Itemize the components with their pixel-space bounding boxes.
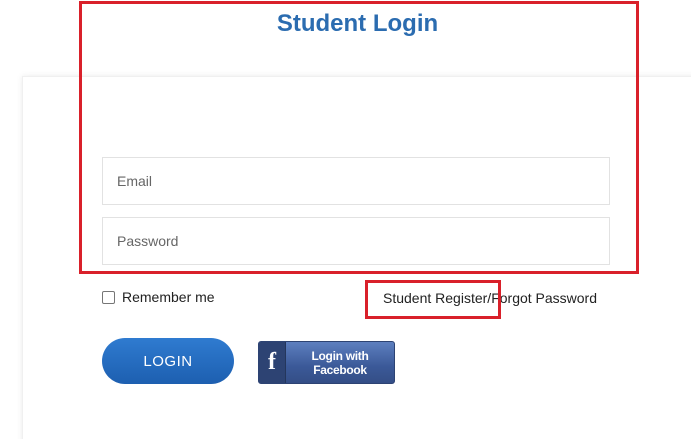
forgot-password-link[interactable]: Forgot Password [491, 290, 597, 306]
remember-me[interactable]: Remember me [102, 289, 215, 305]
facebook-login-label: Login with Facebook [311, 348, 369, 377]
student-register-link[interactable]: Student Register [383, 290, 487, 306]
login-page: Student Login Remember me Student Regist… [0, 0, 691, 439]
facebook-login-button[interactable]: f Login with Facebook [258, 341, 395, 384]
page-title: Student Login [276, 10, 439, 37]
account-links: Student Register/Forgot Password [383, 290, 597, 306]
remember-me-label: Remember me [122, 289, 215, 305]
facebook-icon: f [259, 342, 286, 383]
password-field[interactable] [102, 217, 610, 265]
email-field[interactable] [102, 157, 610, 205]
login-button[interactable]: LOGIN [102, 338, 234, 384]
remember-me-checkbox[interactable] [102, 290, 115, 304]
